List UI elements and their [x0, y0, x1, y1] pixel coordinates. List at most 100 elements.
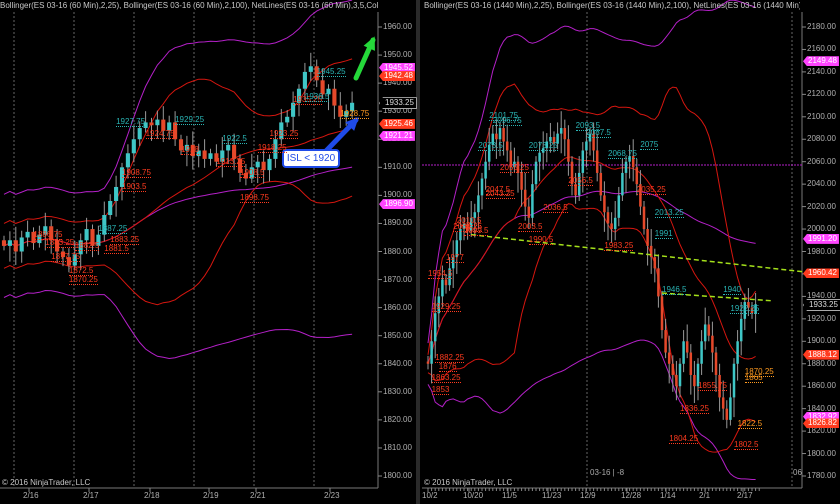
- candle: [102, 201, 107, 242]
- right-price-tick-label: 2120.00: [807, 89, 836, 99]
- left-bollinger25-upper: [3, 58, 353, 224]
- right-price-tick-label: 1980.00: [807, 246, 836, 256]
- candle: [613, 200, 617, 241]
- candle: [285, 110, 290, 127]
- right-date-label: 1/14: [660, 491, 676, 500]
- candle: [675, 360, 678, 401]
- right-date-label: 2/1: [699, 491, 711, 500]
- right-date-label: 10/20: [463, 491, 484, 500]
- right-price-tick-label: 2020.00: [807, 201, 836, 211]
- right-level-label: 1954.5: [428, 268, 453, 279]
- right-price-marker: 1991.20: [803, 233, 839, 244]
- left-date-label: 2/16: [23, 491, 39, 500]
- left-level-label: 1918: [181, 145, 199, 156]
- left-level-label: 1918.25: [257, 142, 287, 153]
- right-price-marker: 2149.48: [803, 56, 839, 67]
- right-level-label: 1946.5: [662, 284, 687, 295]
- candle: [267, 154, 272, 182]
- candle: [308, 52, 313, 81]
- candle: [208, 148, 213, 166]
- candle-body: [527, 206, 531, 218]
- candle: [563, 119, 567, 157]
- right-price-tick-label: 2180.00: [807, 22, 836, 31]
- candle-body: [621, 172, 624, 196]
- left-level-label: 1928.75: [340, 108, 370, 119]
- candle-body: [617, 195, 621, 218]
- left-price-tick-label: 1950.00: [383, 50, 412, 60]
- candle: [599, 164, 603, 201]
- candle-body: [149, 122, 154, 126]
- left-price-tick-label: 1890.00: [383, 218, 412, 228]
- left-bollinger25-mid: [3, 127, 353, 247]
- candle-body: [642, 206, 646, 230]
- candle-body: [523, 189, 527, 207]
- candle: [606, 206, 610, 241]
- candle-body: [595, 150, 599, 173]
- candle: [595, 133, 599, 182]
- left-level-label: 1908.75: [122, 167, 151, 178]
- candle-body: [581, 150, 585, 173]
- candle-body: [653, 257, 657, 269]
- candle: [657, 254, 660, 308]
- right-level-label: 1990.5: [528, 235, 554, 246]
- left-level-label: 1927.75: [116, 117, 146, 128]
- left-price-tick-label: 1860.00: [383, 302, 412, 312]
- right-level-label: 2055.25: [500, 163, 529, 174]
- candle-body: [574, 184, 577, 196]
- left-copyright: © 2016 NinjaTrader, LLC: [2, 478, 91, 487]
- candle: [617, 186, 621, 227]
- candle-body: [732, 363, 736, 398]
- left-price-tick-label: 1820.00: [383, 414, 412, 424]
- candle-body: [255, 161, 260, 168]
- candle-body: [682, 341, 685, 364]
- left-level-label: 1887.25: [98, 224, 128, 235]
- candle: [610, 212, 613, 244]
- candle: [1, 235, 7, 251]
- candle-body: [84, 229, 89, 241]
- left-price-marker: 1945.52: [379, 62, 415, 73]
- candle-body: [559, 128, 563, 134]
- left-level-label: 1936.5: [304, 92, 330, 103]
- right-date-label: 11/23: [542, 491, 562, 500]
- candle: [202, 139, 207, 168]
- candle-body: [502, 128, 505, 142]
- candle-body: [538, 152, 541, 162]
- candle: [426, 355, 430, 370]
- candle-body: [25, 231, 30, 238]
- candle: [700, 330, 703, 375]
- candle-body: [19, 237, 24, 252]
- candle-body: [480, 178, 484, 196]
- right-level-label: 1802.5: [734, 439, 759, 450]
- left-price-tick-label: 1840.00: [383, 358, 412, 368]
- candle-body: [703, 324, 707, 342]
- right-level-label: 2073.5: [478, 140, 503, 151]
- candle-body: [725, 408, 729, 420]
- left-date-label: 2/21: [250, 491, 266, 500]
- candle-body: [426, 361, 430, 364]
- left-level-label: 1870.25: [68, 274, 98, 285]
- left-price-tick-label: 1830.00: [383, 386, 412, 396]
- left-price-tick-label: 1910.00: [383, 162, 412, 172]
- candle-body: [531, 184, 534, 218]
- candle-body: [131, 139, 136, 154]
- candle-body: [477, 195, 480, 213]
- candle-body: [689, 352, 693, 375]
- right-price-tick-label: 1880.00: [807, 358, 836, 368]
- right-level-label: 1863.25: [431, 373, 461, 384]
- right-level-label: 1929.25: [431, 301, 461, 312]
- ninjatrader-workspace: Bollinger(ES 03-16 (60 Min),2,25), Bolli…: [0, 0, 840, 504]
- left-price-marker: 1896.90: [379, 199, 415, 210]
- candle: [642, 200, 646, 235]
- candle-body: [308, 66, 313, 72]
- right-level-label: 1853: [431, 384, 450, 395]
- right-level-label: 2056.5: [568, 175, 593, 186]
- candle-body: [534, 161, 538, 185]
- right-level-label: 1977: [446, 253, 464, 264]
- candle-body: [498, 128, 502, 140]
- right-copyright: © 2016 NinjaTrader, LLC: [424, 478, 513, 487]
- candle: [703, 307, 707, 350]
- candle: [534, 156, 538, 190]
- candle: [7, 231, 12, 262]
- candle-body: [664, 330, 667, 353]
- left-chart-title: Bollinger(ES 03-16 (60 Min),2,25), Bolli…: [0, 1, 378, 10]
